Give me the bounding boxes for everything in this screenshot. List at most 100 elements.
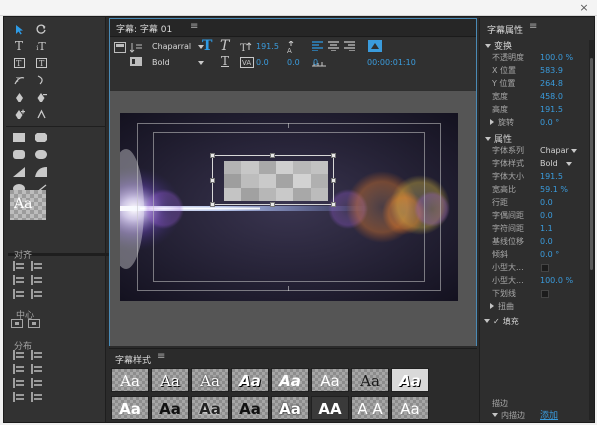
delete-anchor-point-tool-icon[interactable] <box>32 90 50 105</box>
resize-handle[interactable] <box>270 153 275 158</box>
distribute-vertical-even-icon[interactable] <box>31 392 43 402</box>
underline-checkbox[interactable] <box>541 290 549 298</box>
property-value[interactable]: 100.0 % <box>540 52 573 64</box>
style-swatch[interactable]: Aa <box>231 396 269 420</box>
clipped-corner-rectangle-tool-icon[interactable] <box>32 131 50 146</box>
style-swatch[interactable]: Aa <box>111 396 149 420</box>
distribute-horizontal-even-icon[interactable] <box>13 392 25 402</box>
tab-title-styles[interactable]: 字幕样式 <box>115 353 151 366</box>
styles-panel-menu-icon[interactable]: ≡ <box>157 351 165 362</box>
property-value[interactable]: 0.0 ° <box>540 249 559 261</box>
selection-tool-icon[interactable] <box>10 22 28 37</box>
resize-handle[interactable] <box>210 178 215 183</box>
property-value[interactable]: 0.0 ° <box>540 117 559 129</box>
property-value[interactable]: 264.8 <box>540 78 563 90</box>
resize-handle[interactable] <box>270 202 275 207</box>
type-tool-icon[interactable]: T <box>10 39 28 54</box>
resize-handle[interactable] <box>210 202 215 207</box>
properties-scrollbar-thumb[interactable] <box>590 58 593 270</box>
resize-handle[interactable] <box>331 178 336 183</box>
style-swatch[interactable]: Aa <box>231 368 269 392</box>
align-vertical-center-icon[interactable] <box>31 275 43 285</box>
style-swatch[interactable]: Aa <box>151 396 189 420</box>
arc-tool-icon[interactable] <box>32 165 50 180</box>
font-style-dropdown[interactable]: Bold <box>540 158 572 170</box>
style-swatch[interactable]: Aa <box>391 368 429 392</box>
center-horizontal-icon[interactable] <box>11 319 23 328</box>
rotation-row[interactable]: 旋转 0.0 ° <box>480 117 595 129</box>
rotation-tool-icon[interactable] <box>32 22 50 37</box>
align-left-icon[interactable] <box>13 261 25 271</box>
distribute-bottom-icon[interactable] <box>31 378 43 388</box>
underline-icon[interactable]: T <box>221 54 229 68</box>
vertical-path-type-tool-icon[interactable] <box>32 73 50 88</box>
window-close-button[interactable]: × <box>577 1 591 14</box>
style-swatch[interactable]: Aa <box>111 368 149 392</box>
style-swatch[interactable]: Aa <box>311 368 349 392</box>
pen-tool-icon[interactable] <box>10 90 28 105</box>
property-value[interactable]: 0.0 <box>540 210 553 222</box>
align-right-icon[interactable] <box>13 289 25 299</box>
fill-checkbox[interactable]: ✓ <box>493 317 500 326</box>
stroke-row[interactable]: 描边 <box>480 398 595 410</box>
rectangle-tool-icon[interactable] <box>10 131 28 146</box>
style-swatch[interactable]: Aa <box>351 368 389 392</box>
new-title-icon[interactable] <box>114 42 126 53</box>
align-center-text-icon[interactable] <box>328 41 339 54</box>
style-swatch[interactable]: Aa <box>391 396 429 420</box>
property-value[interactable]: 0.0 <box>540 236 553 248</box>
align-left-text-icon[interactable] <box>312 41 323 54</box>
rounded-rectangle-tool-icon[interactable] <box>32 148 50 163</box>
distribute-horizontal-center-icon[interactable] <box>13 364 25 374</box>
properties-group-header[interactable]: 属性 <box>485 132 512 145</box>
add-anchor-point-tool-icon[interactable] <box>10 107 28 122</box>
distribute-left-icon[interactable] <box>13 350 25 360</box>
italic-icon[interactable]: T <box>220 38 229 54</box>
property-value[interactable]: 100.0 % <box>540 275 573 287</box>
resize-handle[interactable] <box>210 153 215 158</box>
roll-crawl-options-icon[interactable] <box>129 42 142 53</box>
title-canvas[interactable] <box>120 113 458 301</box>
tab-stops-value[interactable]: 0 <box>313 58 318 67</box>
property-value[interactable]: 191.5 <box>540 171 563 183</box>
properties-panel-title[interactable]: 字幕属性 <box>487 23 523 36</box>
distribute-right-icon[interactable] <box>13 378 25 388</box>
align-vertical-top-icon[interactable] <box>31 261 43 271</box>
current-style-swatch[interactable]: Aa <box>10 190 46 220</box>
style-swatch[interactable]: AA <box>311 396 349 420</box>
vertical-type-tool-icon[interactable]: ᵢT <box>32 39 50 54</box>
leading-value[interactable]: 0.0 <box>287 58 300 67</box>
property-value[interactable]: 1.1 <box>540 223 553 235</box>
style-swatch[interactable]: Aa <box>191 396 229 420</box>
distribute-vertical-center-icon[interactable] <box>31 364 43 374</box>
distribute-top-icon[interactable] <box>31 350 43 360</box>
transform-group-header[interactable]: 变换 <box>485 39 512 52</box>
align-horizontal-center-icon[interactable] <box>13 275 25 285</box>
convert-anchor-point-tool-icon[interactable] <box>32 107 50 122</box>
templates-icon[interactable] <box>130 56 142 67</box>
tab-title-editor[interactable]: 字幕: 字幕 01 <box>116 22 172 35</box>
background-video-timecode[interactable]: 00:00:01:10 <box>367 58 416 67</box>
style-swatch[interactable]: Aa <box>151 368 189 392</box>
style-swatch[interactable]: A A <box>351 396 389 420</box>
style-swatch[interactable]: Aa <box>191 368 229 392</box>
kerning-value[interactable]: 0.0 <box>256 58 269 67</box>
bold-icon[interactable]: T <box>202 38 212 54</box>
vertical-area-type-tool-icon[interactable]: T <box>32 56 50 71</box>
align-right-text-icon[interactable] <box>344 41 355 54</box>
font-size-value[interactable]: 191.5 <box>256 42 279 51</box>
rounded-corner-rectangle-tool-icon[interactable] <box>10 148 28 163</box>
resize-handle[interactable] <box>331 202 336 207</box>
wedge-tool-icon[interactable] <box>10 165 28 180</box>
resize-handle[interactable] <box>331 153 336 158</box>
font-family-dropdown[interactable]: Chapar <box>540 145 577 157</box>
show-background-video-icon[interactable] <box>368 40 382 55</box>
distort-row[interactable]: 扭曲 <box>480 301 595 313</box>
align-vertical-bottom-icon[interactable] <box>31 289 43 299</box>
property-value[interactable]: 59.1 % <box>540 184 568 196</box>
editor-panel-menu-icon[interactable]: ≡ <box>190 21 198 32</box>
small-caps-checkbox[interactable] <box>541 264 549 272</box>
style-swatch[interactable]: Aa <box>271 396 309 420</box>
center-vertical-icon[interactable] <box>28 319 40 328</box>
property-value[interactable]: 0.0 <box>540 197 553 209</box>
